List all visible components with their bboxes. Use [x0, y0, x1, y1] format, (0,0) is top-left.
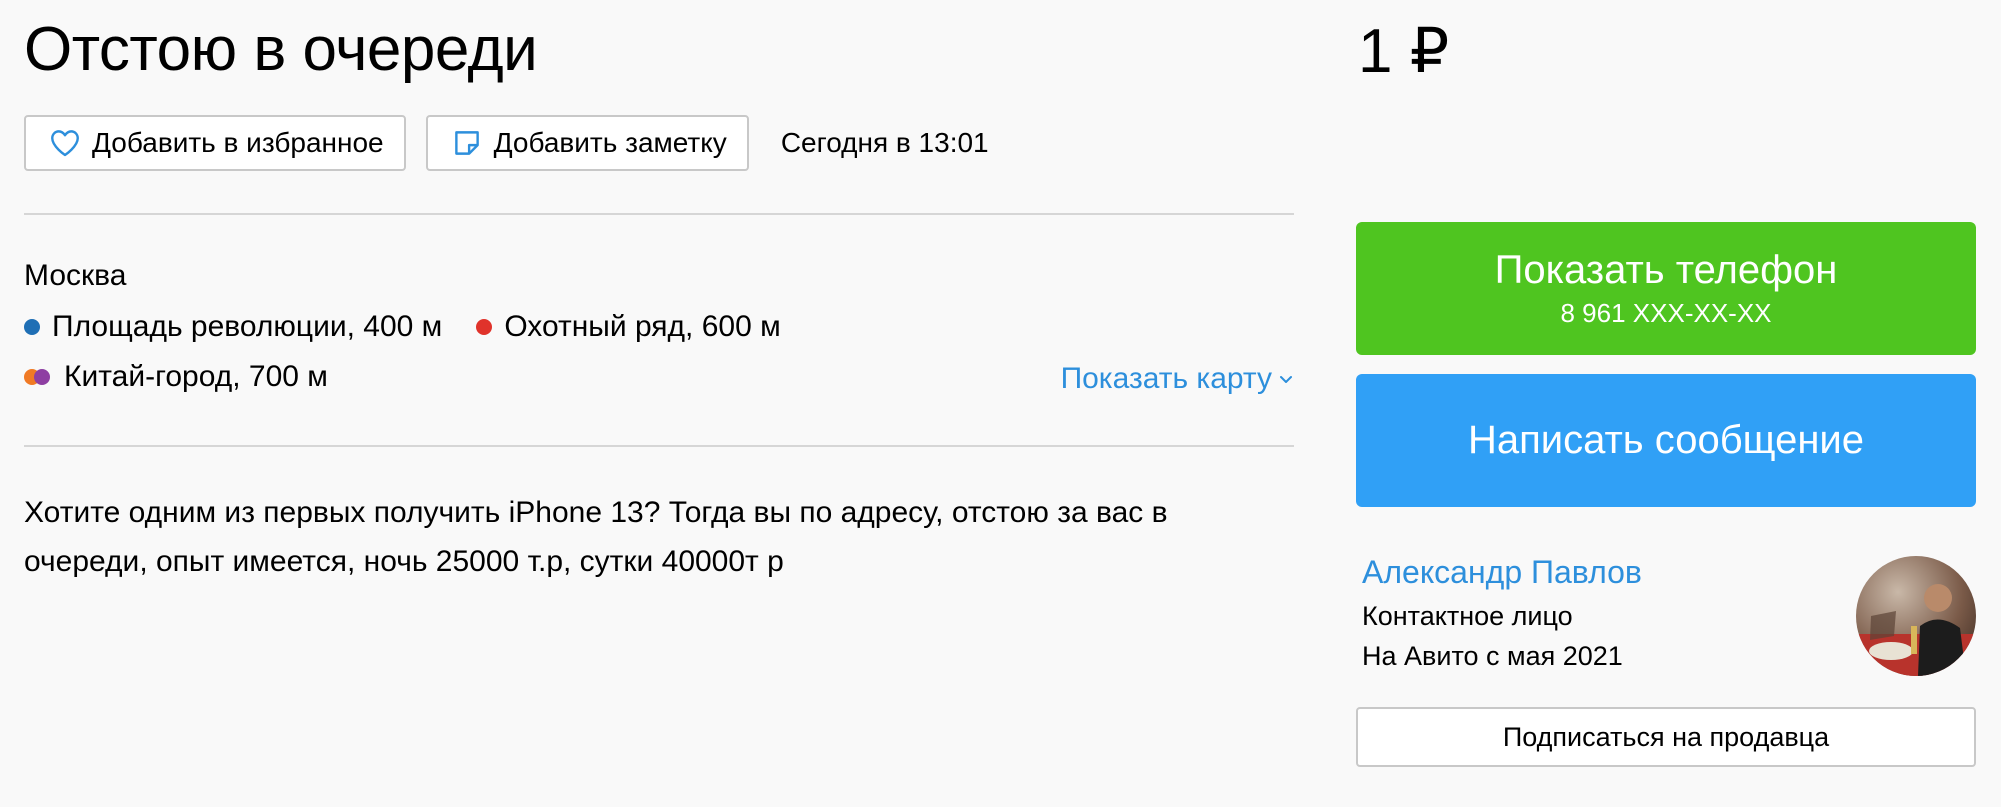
show-phone-button[interactable]: Показать телефон 8 961 XXX-XX-XX	[1356, 222, 1976, 355]
seller-name-link[interactable]: Александр Павлов	[1362, 554, 1642, 591]
city: Москва	[24, 259, 127, 292]
add-to-favorites-button[interactable]: Добавить в избранное	[24, 115, 406, 171]
show-phone-label: Показать телефон	[1494, 248, 1838, 292]
phone-masked: 8 961 XXX-XX-XX	[1560, 298, 1772, 328]
avatar[interactable]	[1856, 556, 1976, 676]
metro-station-name: Охотный ряд, 600 м	[504, 310, 781, 343]
seller-role: Контактное лицо	[1362, 601, 1573, 631]
metro-station: Площадь революции, 400 м	[24, 310, 442, 344]
subscribe-seller-button[interactable]: Подписаться на продавца	[1356, 707, 1976, 767]
metro-station: Китай-город, 700 м	[24, 360, 328, 394]
listing-description: Хотите одним из первых получить iPhone 1…	[24, 496, 1168, 578]
metro-row: Китай-город, 700 м	[24, 360, 362, 394]
add-note-label: Добавить заметку	[493, 127, 727, 158]
metro-line-dot	[476, 319, 493, 335]
add-to-favorites-label: Добавить в избранное	[92, 127, 384, 158]
listing-price: 1 ₽	[1358, 17, 1450, 86]
chevron-down-icon	[1280, 376, 1292, 383]
divider	[24, 445, 1294, 447]
note-icon	[450, 126, 484, 160]
publish-date: Сегодня в 13:01	[780, 127, 989, 158]
metro-row: Площадь революции, 400 м Охотный ряд, 60…	[24, 310, 815, 344]
show-map-label: Показать карту	[1060, 362, 1272, 395]
metro-station: Охотный ряд, 600 м	[476, 310, 781, 344]
listing-actions: Добавить в избранное Добавить заметку Се…	[24, 113, 989, 173]
listing-title: Отстою в очереди	[24, 15, 538, 84]
metro-line-dot	[24, 319, 40, 335]
show-map-link[interactable]: Показать карту	[1061, 362, 1294, 396]
write-message-button[interactable]: Написать сообщение	[1356, 374, 1976, 507]
add-note-button[interactable]: Добавить заметку	[425, 115, 749, 171]
seller-since: На Авито с мая 2021	[1362, 641, 1623, 671]
heart-icon	[48, 126, 82, 160]
metro-station-name: Китай-город, 700 м	[64, 360, 328, 393]
metro-station-name: Площадь революции, 400 м	[52, 310, 443, 343]
metro-line-dot	[24, 369, 54, 385]
divider	[24, 213, 1294, 215]
